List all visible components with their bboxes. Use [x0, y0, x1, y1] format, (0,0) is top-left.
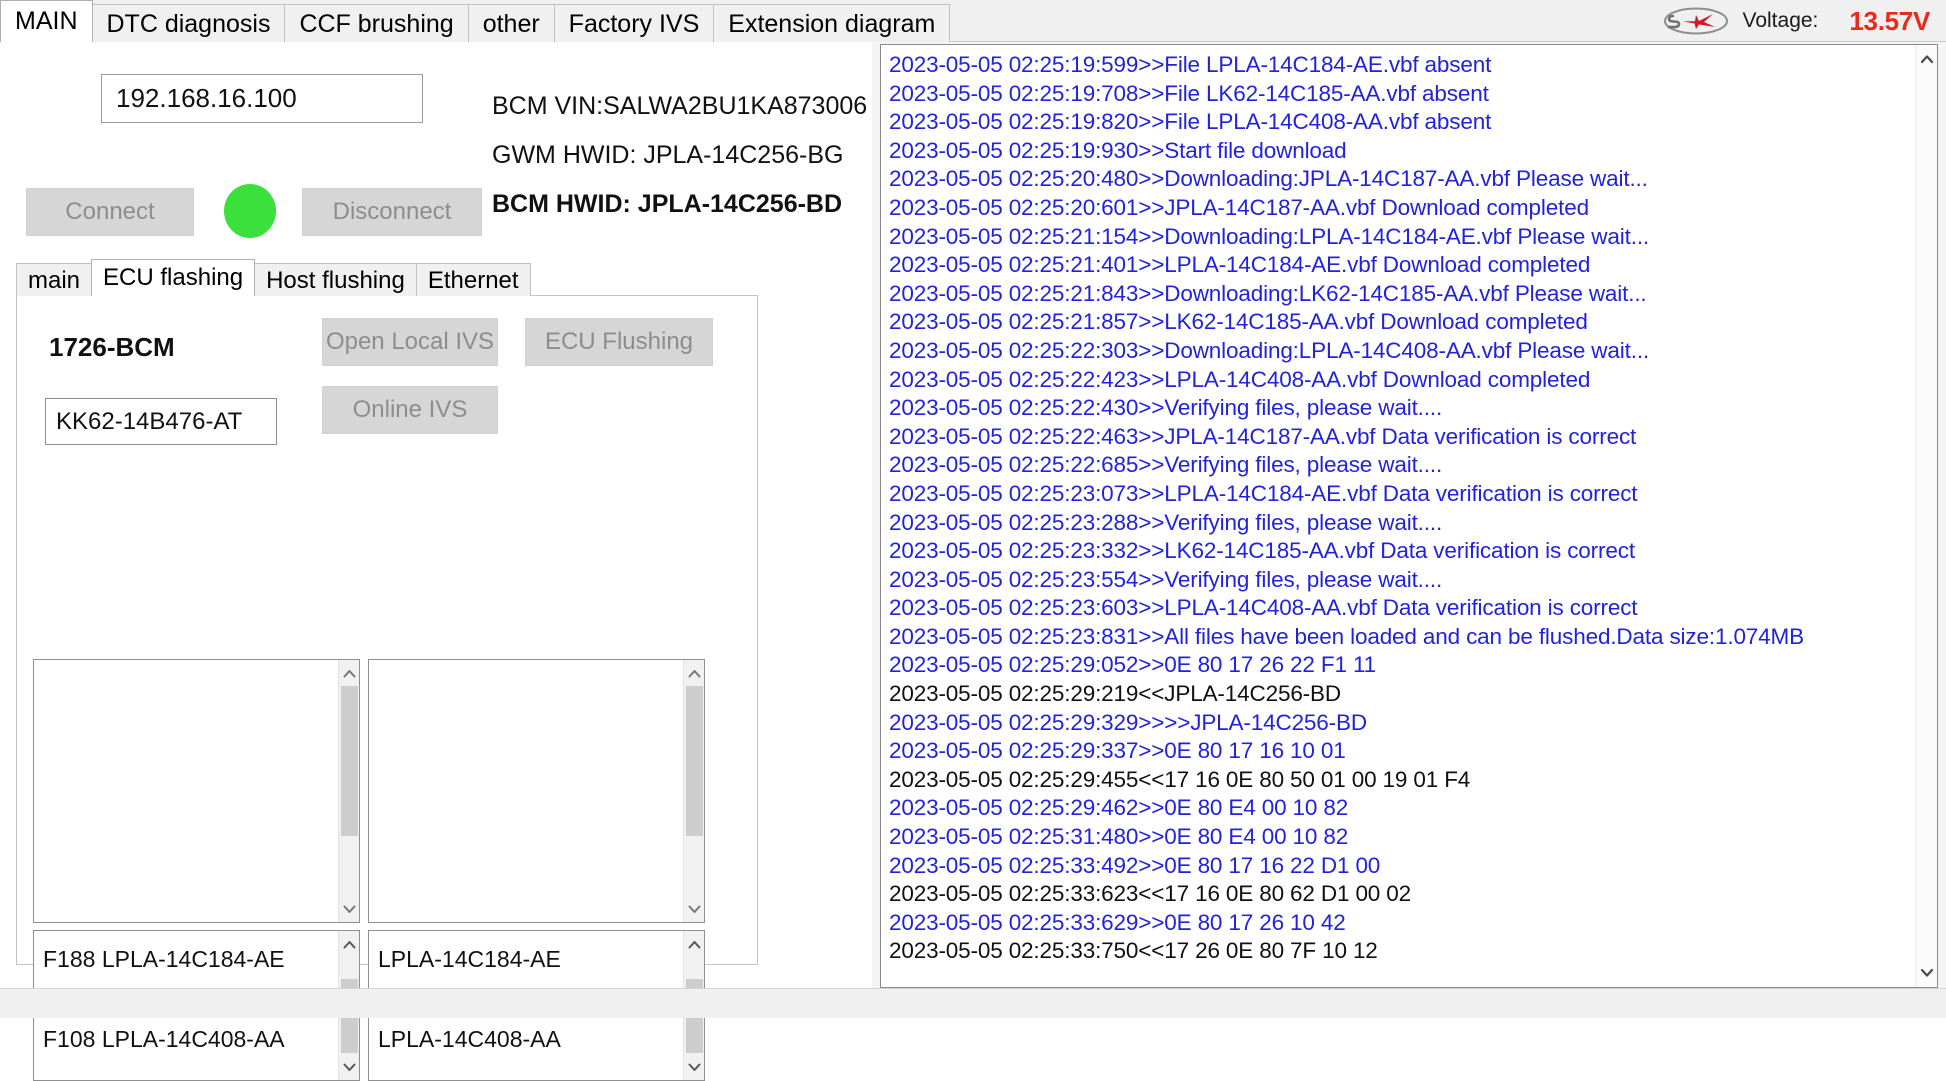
listbox-empty-right[interactable] — [368, 659, 705, 923]
bcm-vin-label: BCM VIN:SALWA2BU1KA873006 — [492, 92, 867, 121]
inner-tab-list: mainECU flashingHost flushingEthernet — [16, 260, 530, 296]
log-line: 2023-05-05 02:25:19:930>>Start file down… — [889, 137, 1915, 166]
log-scrollbar[interactable] — [1915, 45, 1937, 987]
communication-log-panel[interactable]: 2023-05-05 02:25:19:599>>File LPLA-14C18… — [880, 44, 1938, 988]
main-tab-ccf-brushing[interactable]: CCF brushing — [284, 4, 468, 42]
log-line: 2023-05-05 02:25:29:329>>>>JPLA-14C256-B… — [889, 709, 1915, 738]
log-line: 2023-05-05 02:25:21:154>>Downloading:LPL… — [889, 223, 1915, 252]
part-number-input[interactable] — [45, 398, 277, 445]
main-left-panel: Connect Disconnect BCM VIN:SALWA2BU1KA87… — [0, 42, 872, 988]
voltage-status-cluster: Voltage: 13.57V — [1663, 0, 1930, 42]
listbox-empty-right-scrollbar[interactable] — [683, 660, 704, 922]
inner-tab-ethernet[interactable]: Ethernet — [416, 263, 531, 296]
inner-tab-host-flushing[interactable]: Host flushing — [254, 263, 417, 296]
ecu-name-label: 1726-BCM — [49, 332, 175, 363]
list-item[interactable]: LPLA-14C408-AA — [378, 1019, 683, 1059]
disconnect-button[interactable]: Disconnect — [302, 188, 482, 236]
log-line: 2023-05-05 02:25:22:303>>Downloading:LPL… — [889, 337, 1915, 366]
log-line: 2023-05-05 02:25:29:337>>0E 80 17 16 10 … — [889, 737, 1915, 766]
main-tab-dtc-diagnosis[interactable]: DTC diagnosis — [92, 4, 286, 42]
main-tab-other[interactable]: other — [468, 4, 555, 42]
scroll-up-icon[interactable] — [339, 933, 360, 955]
log-line: 2023-05-05 02:25:29:462>>0E 80 E4 00 10 … — [889, 794, 1915, 823]
log-line: 2023-05-05 02:25:19:599>>File LPLA-14C18… — [889, 51, 1915, 80]
log-line: 2023-05-05 02:25:33:750<<17 26 0E 80 7F … — [889, 937, 1915, 966]
scroll-down-icon[interactable] — [339, 898, 360, 920]
scroll-thumb[interactable] — [686, 686, 703, 836]
log-line: 2023-05-05 02:25:21:401>>LPLA-14C184-AE.… — [889, 251, 1915, 280]
voltage-value: 13.57V — [1849, 6, 1930, 37]
scroll-up-icon[interactable] — [684, 933, 705, 955]
log-line: 2023-05-05 02:25:29:052>>0E 80 17 26 22 … — [889, 651, 1915, 680]
listbox-empty-left[interactable] — [33, 659, 360, 923]
log-line: 2023-05-05 02:25:22:423>>LPLA-14C408-AA.… — [889, 366, 1915, 395]
ecu-flushing-button[interactable]: ECU Flushing — [525, 318, 713, 366]
log-line: 2023-05-05 02:25:29:455<<17 16 0E 80 50 … — [889, 766, 1915, 795]
list-item[interactable]: F188 LPLA-14C184-AE — [43, 939, 338, 979]
connect-button[interactable]: Connect — [26, 188, 194, 236]
listbox-empty-left-scrollbar[interactable] — [338, 660, 359, 922]
voltage-label: Voltage: — [1742, 9, 1818, 33]
log-line: 2023-05-05 02:25:20:480>>Downloading:JPL… — [889, 165, 1915, 194]
bcm-hwid-label: BCM HWID: JPLA-14C256-BD — [492, 190, 867, 219]
open-local-ivs-button[interactable]: Open Local IVS — [322, 318, 498, 366]
log-line: 2023-05-05 02:25:23:554>>Verifying files… — [889, 566, 1915, 595]
log-line: 2023-05-05 02:25:22:430>>Verifying files… — [889, 394, 1915, 423]
log-line: 2023-05-05 02:25:33:623<<17 16 0E 80 62 … — [889, 880, 1915, 909]
list-item[interactable]: LPLA-14C184-AE — [378, 939, 683, 979]
scroll-thumb[interactable] — [341, 686, 358, 836]
connection-status-led — [224, 184, 276, 238]
log-line: 2023-05-05 02:25:21:843>>Downloading:LK6… — [889, 280, 1915, 309]
log-line: 2023-05-05 02:25:23:073>>LPLA-14C184-AE.… — [889, 480, 1915, 509]
online-ivs-button[interactable]: Online IVS — [322, 386, 498, 434]
main-tab-factory-ivs[interactable]: Factory IVS — [554, 4, 715, 42]
main-tab-list: MAINDTC diagnosisCCF brushingotherFactor… — [0, 0, 949, 42]
log-line: 2023-05-05 02:25:22:463>>JPLA-14C187-AA.… — [889, 423, 1915, 452]
vehicle-info-block: BCM VIN:SALWA2BU1KA873006 GWM HWID: JPLA… — [492, 92, 867, 239]
log-line: 2023-05-05 02:25:23:332>>LK62-14C185-AA.… — [889, 537, 1915, 566]
top-tab-bar: MAINDTC diagnosisCCF brushingotherFactor… — [0, 0, 1946, 42]
log-text-area[interactable]: 2023-05-05 02:25:19:599>>File LPLA-14C18… — [881, 45, 1915, 987]
sx-brand-logo-icon — [1663, 6, 1729, 36]
log-line: 2023-05-05 02:25:21:857>>LK62-14C185-AA.… — [889, 308, 1915, 337]
main-tab-main[interactable]: MAIN — [0, 0, 93, 42]
scroll-down-icon[interactable] — [339, 1056, 360, 1078]
scroll-down-icon[interactable] — [684, 1056, 705, 1078]
log-line: 2023-05-05 02:25:33:629>>0E 80 17 26 10 … — [889, 909, 1915, 938]
log-line: 2023-05-05 02:25:29:219<<JPLA-14C256-BD — [889, 680, 1915, 709]
inner-tab-main[interactable]: main — [16, 263, 92, 296]
main-tab-extension-diagram[interactable]: Extension diagram — [713, 4, 950, 42]
listbox-empty-left-items — [34, 660, 338, 922]
list-item[interactable]: F108 LPLA-14C408-AA — [43, 1019, 338, 1059]
ecu-flashing-panel: 1726-BCM Open Local IVS Online IVS ECU F… — [16, 295, 758, 965]
log-line: 2023-05-05 02:25:23:288>>Verifying files… — [889, 509, 1915, 538]
gwm-hwid-label: GWM HWID: JPLA-14C256-BG — [492, 141, 867, 170]
status-bar — [0, 988, 1946, 1018]
ip-address-input[interactable] — [101, 74, 423, 123]
scroll-up-icon[interactable] — [684, 662, 705, 684]
scroll-up-icon[interactable] — [1916, 47, 1938, 71]
log-line: 2023-05-05 02:25:33:492>>0E 80 17 16 22 … — [889, 852, 1915, 881]
log-line: 2023-05-05 02:25:20:601>>JPLA-14C187-AA.… — [889, 194, 1915, 223]
scroll-down-icon[interactable] — [1916, 961, 1938, 985]
scroll-up-icon[interactable] — [339, 662, 360, 684]
scroll-down-icon[interactable] — [684, 898, 705, 920]
listbox-empty-right-items — [369, 660, 683, 922]
log-line: 2023-05-05 02:25:23:831>>All files have … — [889, 623, 1915, 652]
inner-tab-ecu-flashing[interactable]: ECU flashing — [91, 259, 255, 296]
log-line: 2023-05-05 02:25:31:480>>0E 80 E4 00 10 … — [889, 823, 1915, 852]
log-line: 2023-05-05 02:25:19:708>>File LK62-14C18… — [889, 80, 1915, 109]
log-line: 2023-05-05 02:25:19:820>>File LPLA-14C40… — [889, 108, 1915, 137]
log-line: 2023-05-05 02:25:23:603>>LPLA-14C408-AA.… — [889, 594, 1915, 623]
log-line: 2023-05-05 02:25:22:685>>Verifying files… — [889, 451, 1915, 480]
